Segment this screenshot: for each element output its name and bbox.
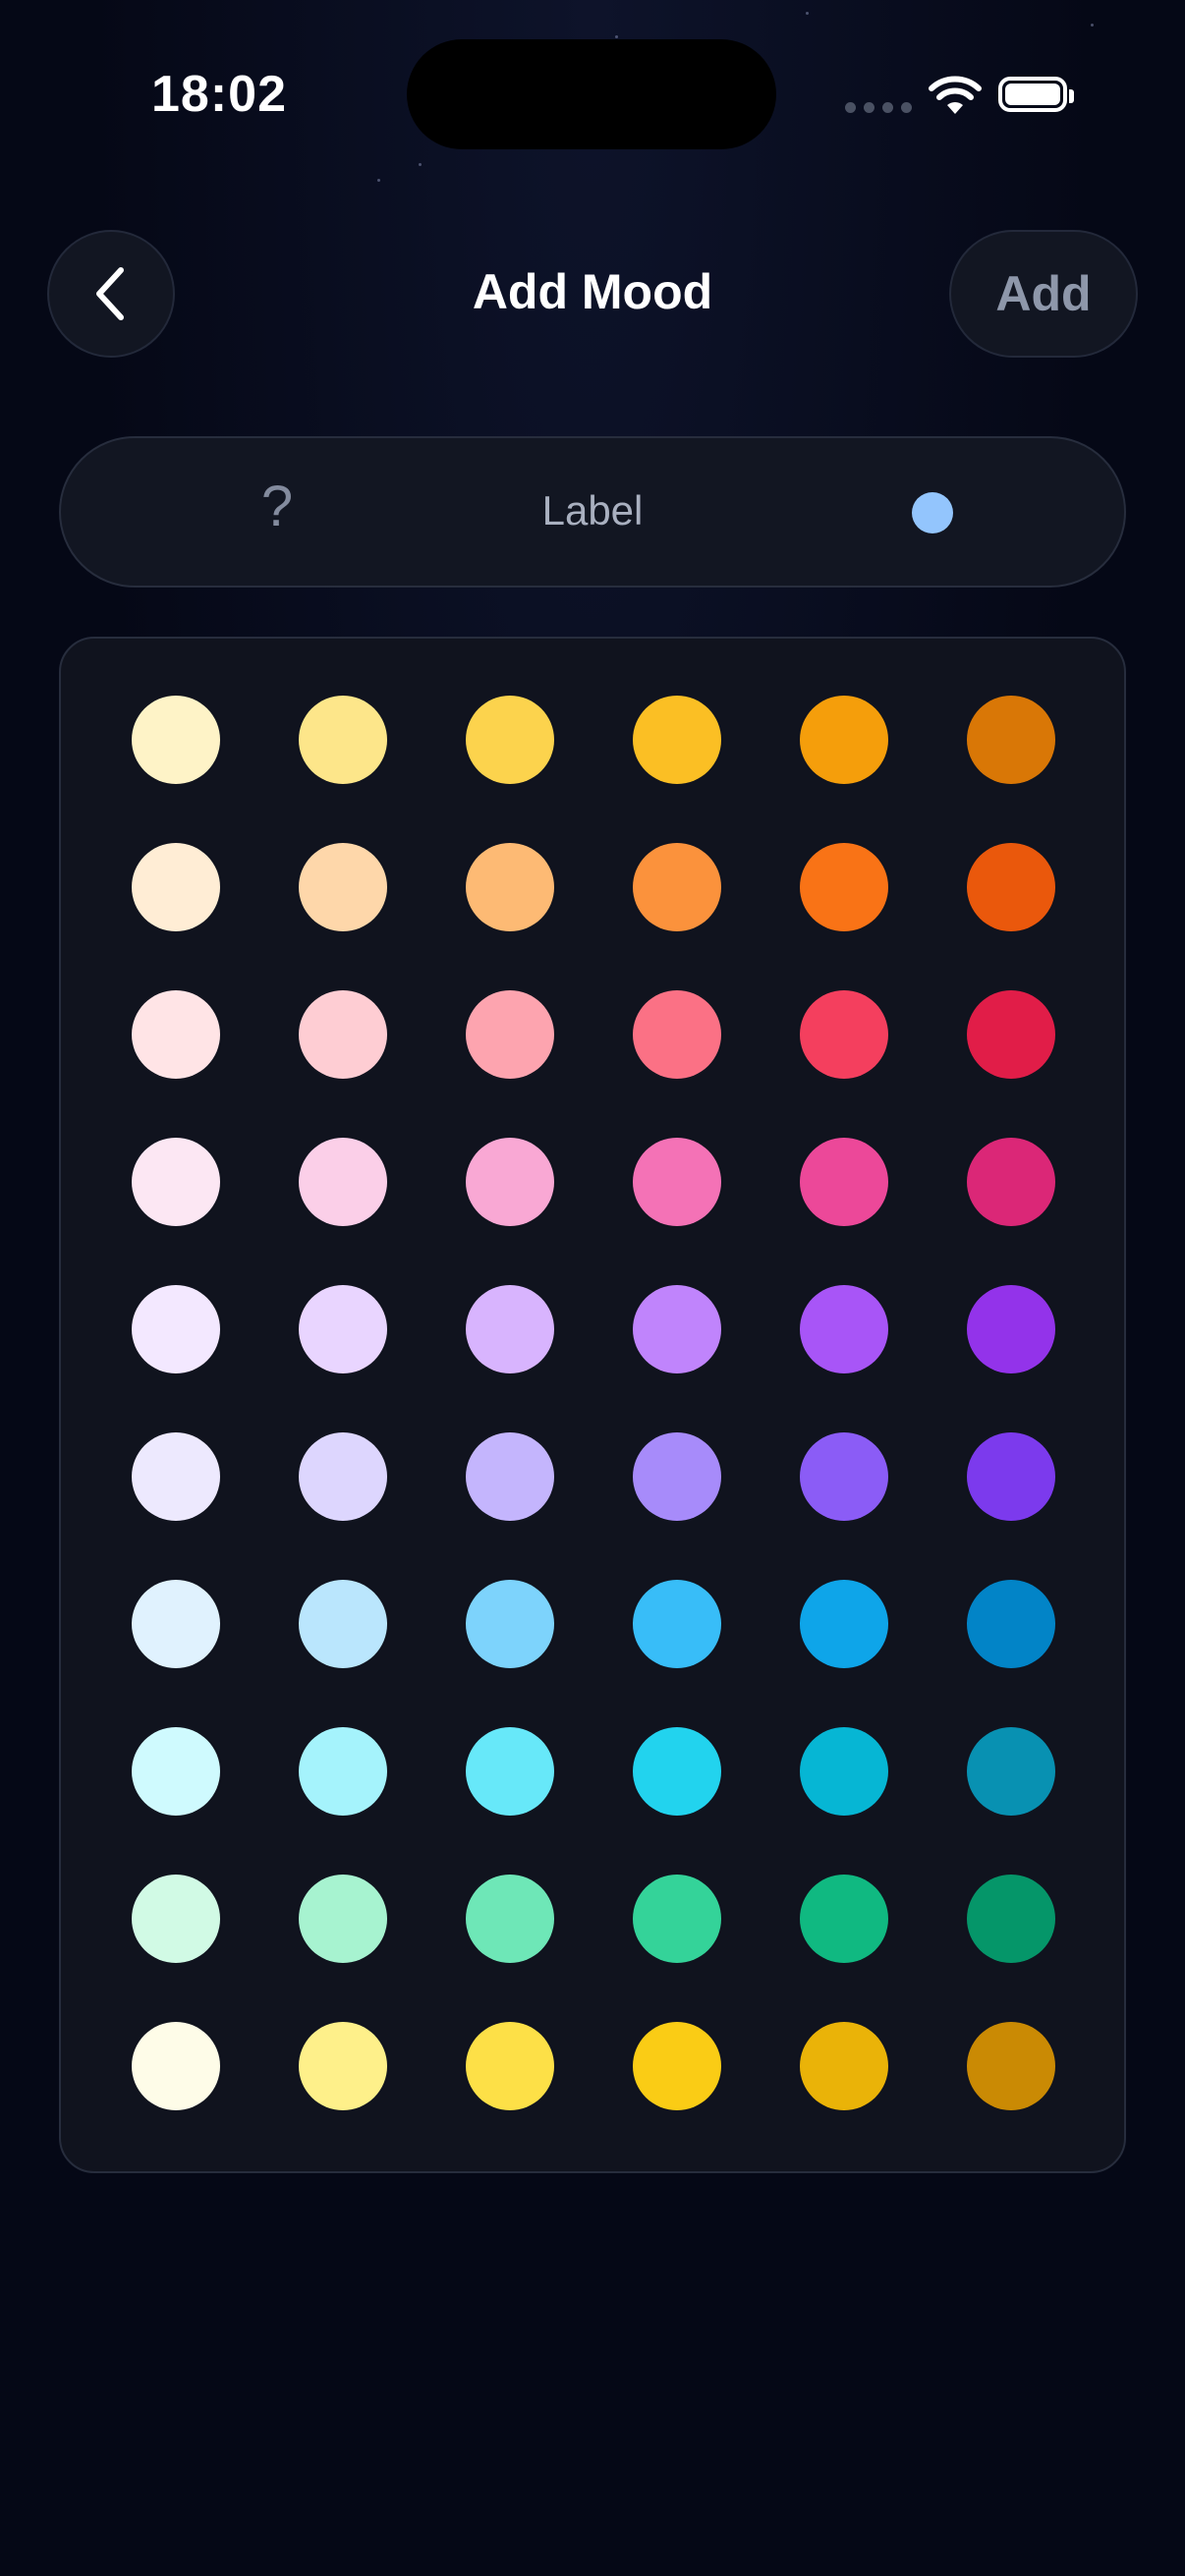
color-swatch[interactable]	[800, 843, 888, 931]
color-swatch[interactable]	[967, 1432, 1055, 1521]
battery-icon	[998, 77, 1074, 112]
color-swatch[interactable]	[967, 1285, 1055, 1373]
background-star	[419, 163, 422, 166]
color-swatch[interactable]	[299, 2022, 387, 2110]
color-swatch[interactable]	[633, 1285, 721, 1373]
color-swatch[interactable]	[132, 843, 220, 931]
cellular-icon	[845, 102, 912, 113]
background-star	[377, 179, 380, 182]
color-swatch[interactable]	[132, 1727, 220, 1816]
color-swatch[interactable]	[299, 1875, 387, 1963]
color-swatch[interactable]	[800, 990, 888, 1079]
color-swatch[interactable]	[466, 1285, 554, 1373]
color-swatch[interactable]	[800, 1285, 888, 1373]
color-swatch[interactable]	[967, 843, 1055, 931]
color-swatch[interactable]	[132, 1285, 220, 1373]
color-swatch[interactable]	[299, 1432, 387, 1521]
color-swatch[interactable]	[633, 696, 721, 784]
color-swatch[interactable]	[967, 1727, 1055, 1816]
color-swatch[interactable]	[800, 1138, 888, 1226]
background-star	[1091, 24, 1094, 27]
color-swatch[interactable]	[466, 1580, 554, 1668]
color-swatch[interactable]	[633, 1727, 721, 1816]
wifi-icon	[929, 76, 982, 114]
color-swatch[interactable]	[299, 1727, 387, 1816]
color-swatch[interactable]	[132, 990, 220, 1079]
color-swatch[interactable]	[967, 2022, 1055, 2110]
color-swatch[interactable]	[633, 843, 721, 931]
color-swatch[interactable]	[132, 696, 220, 784]
color-swatch[interactable]	[132, 1138, 220, 1226]
color-swatch[interactable]	[466, 843, 554, 931]
color-swatch[interactable]	[967, 696, 1055, 784]
color-swatch[interactable]	[800, 1727, 888, 1816]
color-swatch[interactable]	[800, 1432, 888, 1521]
color-swatch[interactable]	[967, 1580, 1055, 1668]
color-swatch[interactable]	[299, 843, 387, 931]
color-swatch[interactable]	[466, 696, 554, 784]
color-swatch[interactable]	[299, 1138, 387, 1226]
color-swatch[interactable]	[299, 1285, 387, 1373]
color-swatch[interactable]	[633, 1432, 721, 1521]
color-swatch[interactable]	[466, 990, 554, 1079]
selected-color-dot	[912, 492, 953, 533]
color-swatch[interactable]	[633, 990, 721, 1079]
mood-preview: ? Label	[59, 436, 1126, 588]
color-swatch[interactable]	[132, 1875, 220, 1963]
color-swatch[interactable]	[800, 696, 888, 784]
color-swatch[interactable]	[967, 990, 1055, 1079]
add-mood-screen: 18:02 Add Mood Add ? Label	[0, 0, 1185, 2576]
color-swatch[interactable]	[466, 1138, 554, 1226]
dynamic-island	[407, 39, 776, 149]
color-swatch[interactable]	[800, 1875, 888, 1963]
color-swatch[interactable]	[466, 1727, 554, 1816]
color-swatch[interactable]	[967, 1138, 1055, 1226]
color-swatch[interactable]	[633, 1580, 721, 1668]
color-swatch[interactable]	[132, 1432, 220, 1521]
color-swatch[interactable]	[299, 1580, 387, 1668]
color-swatch[interactable]	[967, 1875, 1055, 1963]
color-swatch[interactable]	[800, 2022, 888, 2110]
background-star	[615, 35, 618, 38]
label-input[interactable]: Label	[61, 487, 1124, 534]
add-button[interactable]: Add	[949, 230, 1138, 358]
color-swatch[interactable]	[299, 990, 387, 1079]
color-swatch[interactable]	[466, 1432, 554, 1521]
color-swatch[interactable]	[132, 2022, 220, 2110]
color-swatch[interactable]	[299, 696, 387, 784]
color-swatch[interactable]	[633, 1138, 721, 1226]
color-palette	[59, 637, 1126, 2173]
color-swatch[interactable]	[633, 1875, 721, 1963]
color-swatch[interactable]	[466, 1875, 554, 1963]
color-swatch[interactable]	[466, 2022, 554, 2110]
color-swatch[interactable]	[633, 2022, 721, 2110]
background-star	[806, 12, 809, 15]
color-swatch[interactable]	[132, 1580, 220, 1668]
color-swatch[interactable]	[800, 1580, 888, 1668]
status-time: 18:02	[151, 66, 287, 123]
